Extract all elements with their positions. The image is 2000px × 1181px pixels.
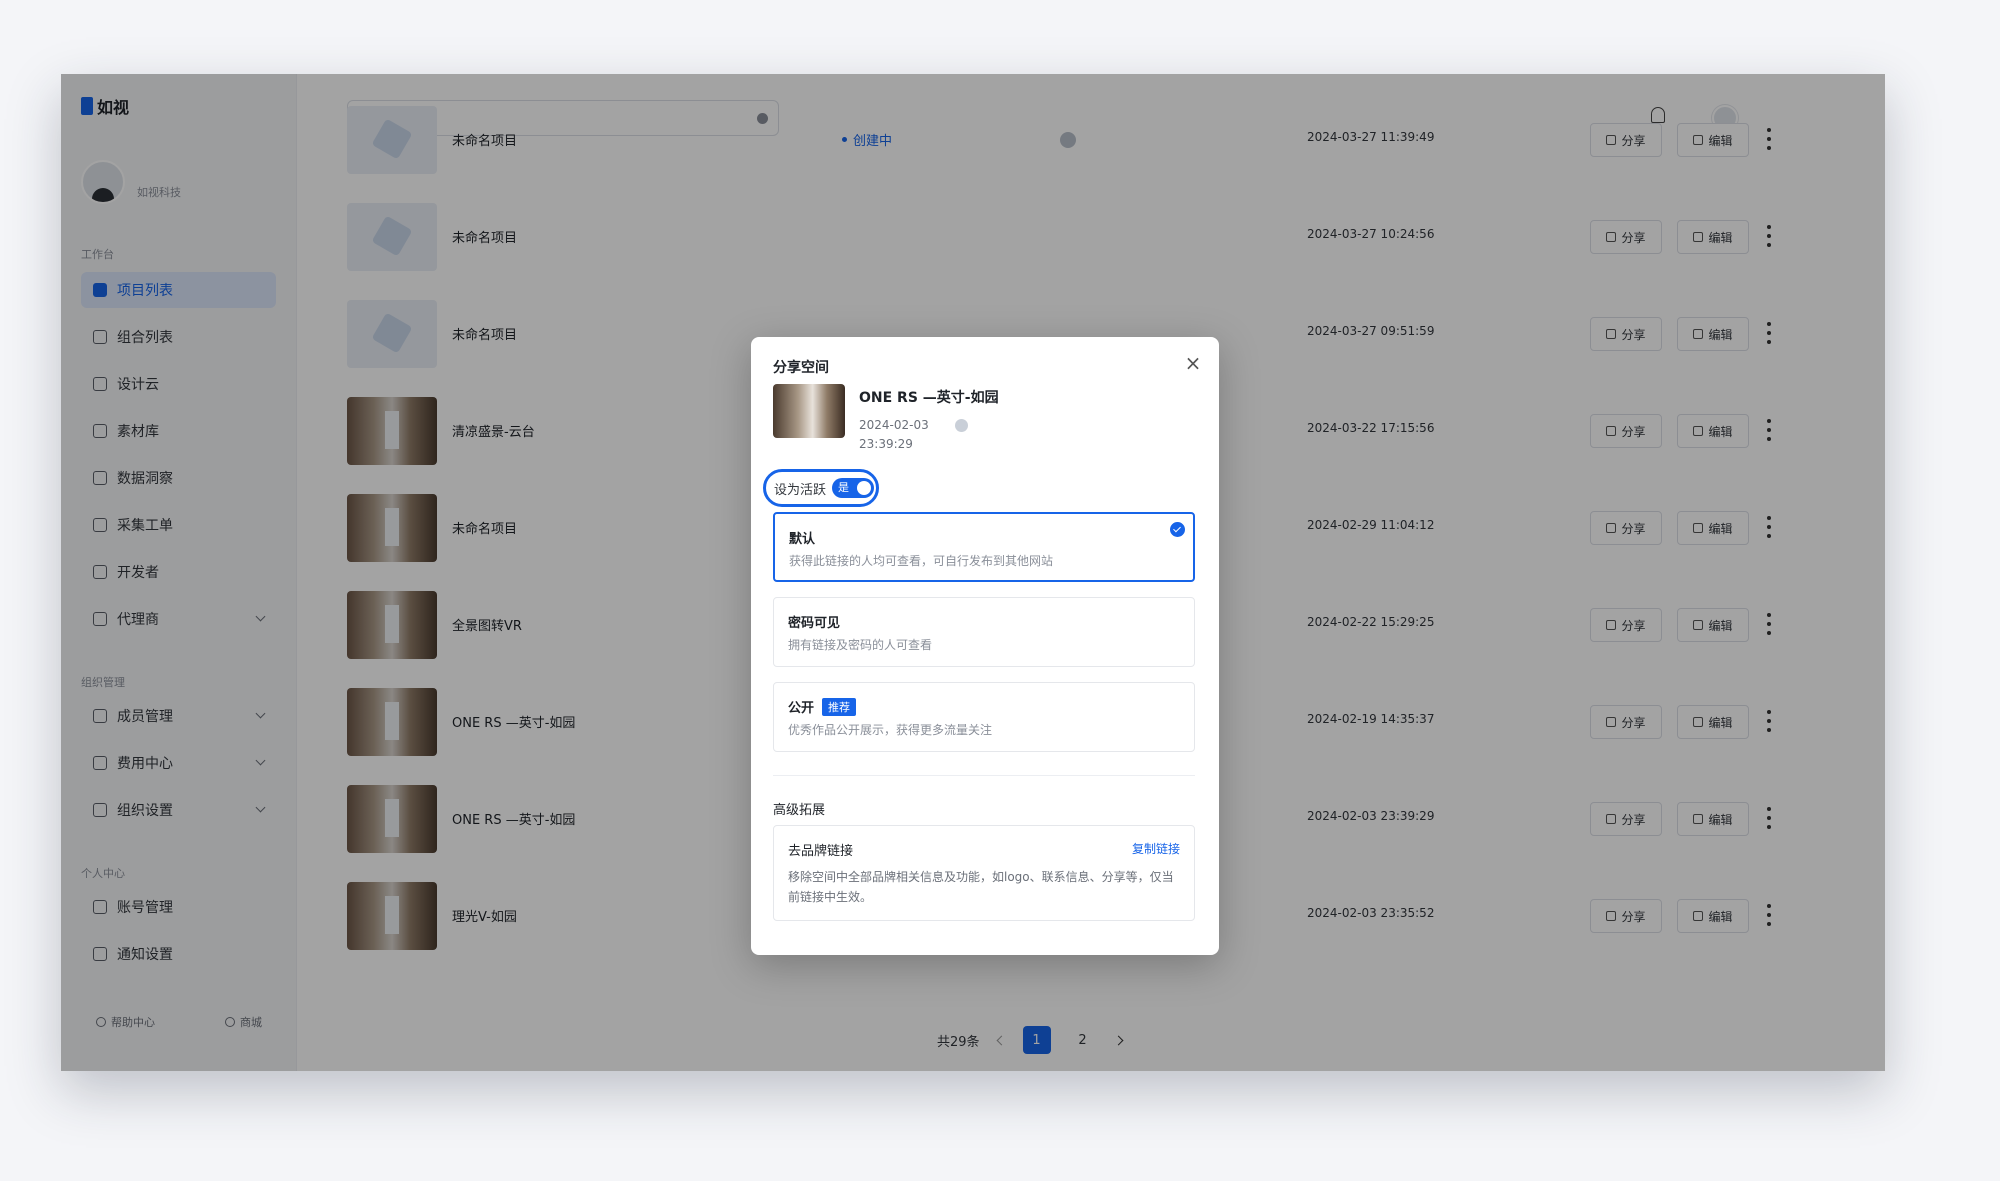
option-public[interactable]: 公开 推荐 优秀作品公开展示，获得更多流量关注 [773, 682, 1195, 752]
option-title: 默认 [789, 532, 816, 547]
copy-link-button[interactable]: 复制链接 [1132, 840, 1180, 859]
project-time: 23:39:29 [859, 437, 913, 451]
advanced-title: 高级拓展 [773, 803, 826, 818]
project-thumbnail [773, 384, 845, 438]
active-label: 设为活跃 [774, 482, 827, 498]
project-datetime: 2024-02-03 23:39:29 [859, 416, 929, 454]
option-title-text: 公开 [788, 701, 815, 716]
avatar [955, 419, 968, 432]
recommend-badge: 推荐 [822, 697, 857, 716]
option-desc: 优秀作品公开展示，获得更多流量关注 [788, 723, 993, 737]
close-icon[interactable]: × [1183, 353, 1203, 373]
app-window: 如视 如视科技 工作台 项目列表 组合列表 设计云 素材库 数据洞察 采集工单 … [61, 74, 1885, 1071]
option-password[interactable]: 密码可见 拥有链接及密码的人可查看 [773, 597, 1195, 667]
option-desc: 拥有链接及密码的人可查看 [788, 638, 933, 652]
active-toggle[interactable]: 设为活跃 是 [763, 469, 879, 507]
check-icon [1170, 522, 1185, 537]
option-desc: 获得此链接的人均可查看，可自行发布到其他网站 [789, 554, 1054, 568]
option-title: 密码可见 [788, 616, 841, 631]
advanced-item-title: 去品牌链接 [788, 844, 854, 859]
advanced-desc: 移除空间中全部品牌相关信息及功能，如logo、联系信息、分享等，仅当前链接中生效… [788, 870, 1174, 904]
option-default[interactable]: 默认 获得此链接的人均可查看，可自行发布到其他网站 [773, 512, 1195, 582]
switch-value: 是 [838, 481, 850, 494]
advanced-head: 去品牌链接 复制链接 [788, 840, 1180, 859]
modal-title: 分享空间 [773, 360, 829, 376]
project-date: 2024-02-03 [859, 418, 929, 432]
advanced-box: 去品牌链接 复制链接 移除空间中全部品牌相关信息及功能，如logo、联系信息、分… [773, 825, 1195, 921]
divider [773, 775, 1195, 776]
option-title: 公开 推荐 [788, 697, 1180, 716]
share-modal: 分享空间 × ONE RS —英寸-如园 2024-02-03 23:39:29… [751, 337, 1219, 955]
project-name: ONE RS —英寸-如园 [859, 390, 999, 406]
active-switch[interactable]: 是 [832, 478, 875, 498]
